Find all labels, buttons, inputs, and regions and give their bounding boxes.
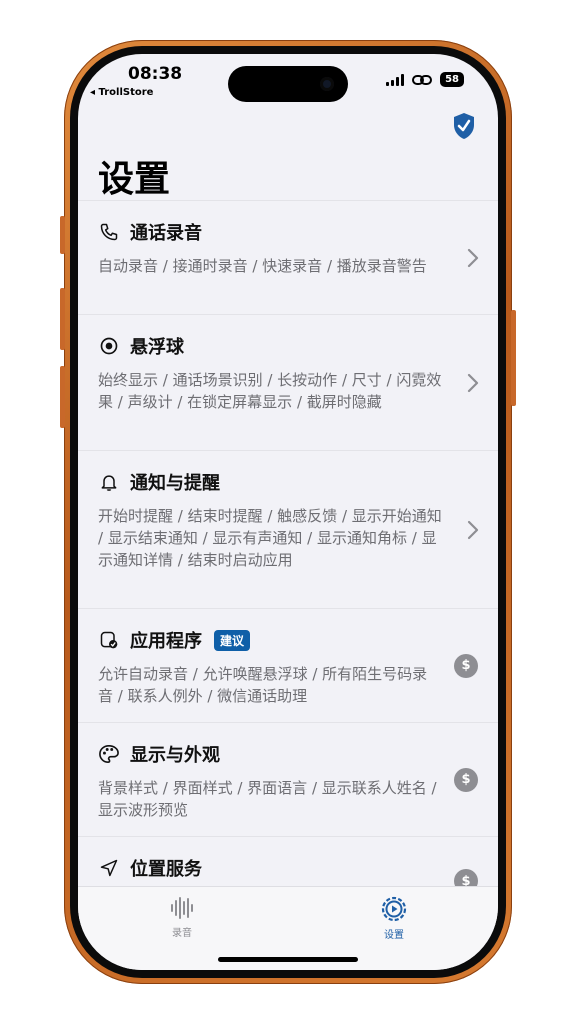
tab-settings[interactable]: 设置	[364, 895, 424, 941]
settings-item-description: 开始时提醒 / 结束时提醒 / 触感反馈 / 显示开始通知 / 显示结束通知 /…	[98, 507, 442, 569]
back-to-app-link[interactable]: ◂ TrollStore	[90, 87, 153, 98]
home-indicator[interactable]	[218, 957, 358, 962]
tab-label: 设置	[384, 930, 404, 941]
settings-item-display-appearance[interactable]: 显示与外观 背景样式 / 界面样式 / 界面语言 / 显示联系人姓名 / 显示波…	[78, 722, 498, 836]
settings-item-title: 位置服务	[130, 859, 202, 880]
settings-item-notifications[interactable]: 通知与提醒 开始时提醒 / 结束时提醒 / 触感反馈 / 显示开始通知 / 显示…	[78, 450, 498, 608]
signal-icon	[386, 73, 405, 86]
settings-item-title: 通话录音	[130, 223, 202, 244]
dynamic-island	[228, 66, 348, 102]
phone-icon	[98, 221, 120, 243]
page-title: 设置	[98, 159, 171, 200]
status-indicators: 58	[386, 72, 464, 87]
palette-icon	[98, 743, 120, 765]
settings-item-title: 显示与外观	[130, 745, 220, 766]
settings-item-description: 背景样式 / 界面样式 / 界面语言 / 显示联系人姓名 / 显示波形预览	[98, 779, 437, 819]
settings-item-floating-ball[interactable]: 悬浮球 始终显示 / 通话场景识别 / 长按动作 / 尺寸 / 闪霓效果 / 声…	[78, 314, 498, 450]
status-time: 08:38	[128, 64, 183, 84]
dollar-coin-icon: $	[454, 653, 478, 678]
app-check-icon	[98, 629, 120, 651]
settings-item-call-recording[interactable]: 通话录音 自动录音 / 接通时录音 / 快速录音 / 播放录音警告	[78, 200, 498, 314]
action-button	[60, 216, 65, 254]
screen: 08:38 ◂ TrollStore 58 设置 通话录音 自动录音 / 接通时…	[78, 54, 498, 970]
shield-check-icon[interactable]	[452, 112, 476, 140]
settings-item-description: 允许自动录音 / 允许唤醒悬浮球 / 所有陌生号码录音 / 联系人例外 / 微信…	[98, 665, 428, 705]
hotspot-link-icon	[412, 74, 433, 85]
dollar-coin-icon: $	[454, 767, 478, 792]
bell-icon	[98, 471, 120, 493]
tab-record[interactable]: 录音	[152, 895, 212, 939]
power-button	[511, 310, 516, 406]
volume-up-button	[60, 288, 65, 350]
settings-item-description: 自动录音 / 接通时录音 / 快速录音 / 播放录音警告	[98, 257, 427, 275]
settings-item-applications[interactable]: 应用程序 建议 允许自动录音 / 允许唤醒悬浮球 / 所有陌生号码录音 / 联系…	[78, 608, 498, 722]
gear-play-icon	[381, 896, 407, 922]
tab-bar: 录音 设置	[78, 886, 498, 970]
waveform-icon	[171, 897, 193, 919]
settings-list: 通话录音 自动录音 / 接通时录音 / 快速录音 / 播放录音警告 悬浮球 始终…	[78, 200, 498, 916]
settings-item-title: 通知与提醒	[130, 473, 220, 494]
record-dot-icon	[98, 335, 120, 357]
location-arrow-icon	[98, 857, 120, 879]
chevron-right-icon	[467, 520, 479, 539]
battery-indicator: 58	[440, 72, 464, 87]
volume-down-button	[60, 366, 65, 428]
settings-item-title: 悬浮球	[130, 337, 184, 358]
chevron-right-icon	[467, 373, 479, 392]
recommended-badge: 建议	[214, 629, 251, 651]
chevron-right-icon	[467, 248, 479, 267]
settings-item-title: 应用程序	[130, 631, 202, 652]
settings-item-description: 始终显示 / 通话场景识别 / 长按动作 / 尺寸 / 闪霓效果 / 声级计 /…	[98, 371, 442, 411]
camera-icon	[320, 77, 334, 91]
tab-label: 录音	[172, 928, 192, 939]
